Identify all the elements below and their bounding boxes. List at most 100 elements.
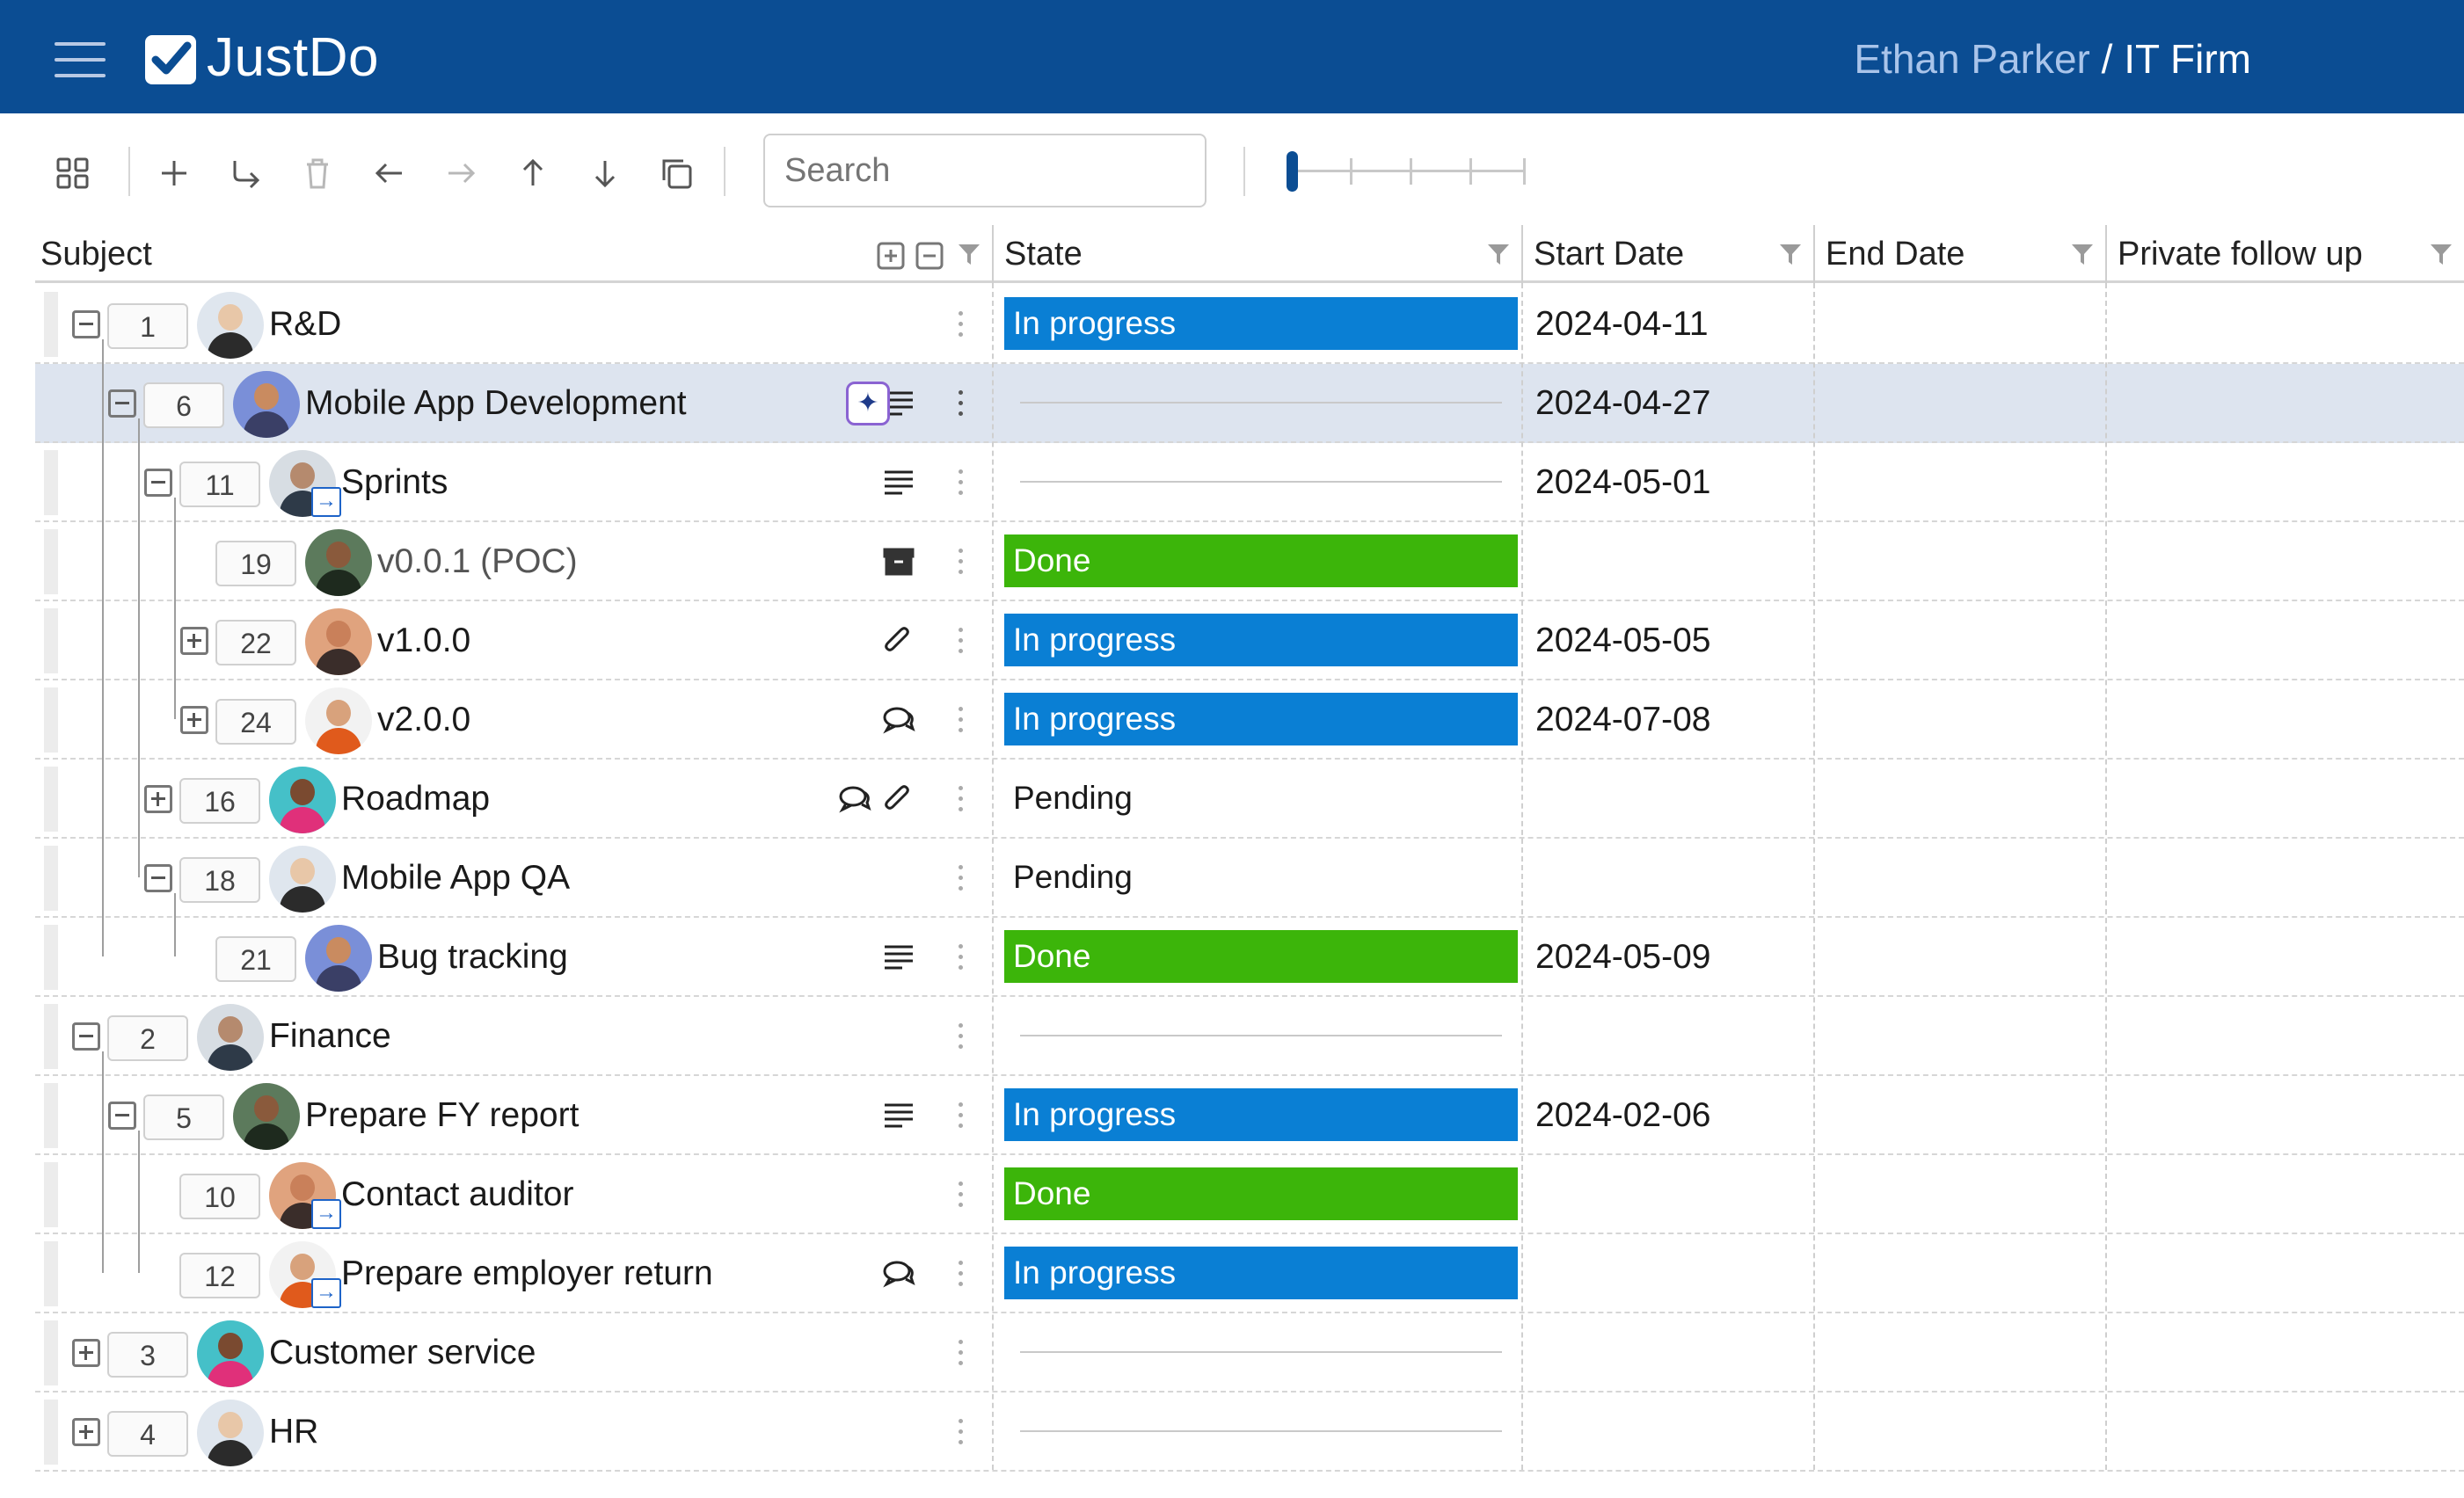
user-org-label[interactable]: Ethan Parker / IT Firm — [1854, 35, 2251, 83]
column-header-end-date[interactable]: End Date — [1820, 225, 1965, 283]
row-drag-handle[interactable] — [44, 1400, 58, 1465]
state-badge[interactable]: In progress — [1004, 1088, 1518, 1141]
state-badge[interactable] — [1004, 1405, 1518, 1458]
state-badge[interactable]: Done — [1004, 1167, 1518, 1220]
state-badge[interactable]: In progress — [1004, 1247, 1518, 1299]
row-menu-icon[interactable] — [959, 1340, 964, 1366]
avatar[interactable] — [305, 687, 372, 754]
filter-icon[interactable] — [1778, 242, 1803, 266]
avatar[interactable] — [233, 1083, 300, 1150]
task-subject[interactable]: Mobile App Development — [305, 364, 687, 443]
avatar[interactable] — [197, 1400, 264, 1466]
collapse-toggle-icon[interactable] — [72, 1022, 100, 1051]
row-menu-icon[interactable] — [959, 311, 964, 338]
task-subject[interactable]: v0.0.1 (POC) — [377, 522, 578, 601]
row-menu-icon[interactable] — [959, 628, 964, 654]
avatar[interactable] — [305, 925, 372, 992]
task-row[interactable]: 19 v0.0.1 (POC) Done — [35, 522, 2464, 601]
column-header-start-date[interactable]: Start Date — [1528, 225, 1684, 283]
chat-icon[interactable] — [881, 1258, 916, 1290]
plus-icon[interactable] — [151, 150, 197, 196]
row-menu-icon[interactable] — [959, 1023, 964, 1050]
paperclip-icon[interactable] — [881, 625, 916, 657]
state-badge[interactable]: Done — [1004, 930, 1518, 983]
expand-toggle-icon[interactable] — [180, 706, 208, 734]
expand-toggle-icon[interactable] — [180, 627, 208, 655]
task-subject[interactable]: Finance — [269, 997, 391, 1076]
state-badge[interactable] — [1004, 1326, 1518, 1378]
row-drag-handle[interactable] — [44, 687, 58, 753]
column-header-state[interactable]: State — [999, 225, 1083, 283]
row-drag-handle[interactable] — [44, 1004, 58, 1069]
task-row[interactable]: 10 → Contact auditor Done — [35, 1155, 2464, 1234]
start-date-cell[interactable]: 2024-07-08 — [1535, 680, 1711, 760]
arrow-left-icon[interactable] — [367, 150, 412, 196]
task-row[interactable]: 11 → Sprints 2024-05-01 — [35, 443, 2464, 522]
task-subject[interactable]: R&D — [269, 285, 341, 364]
column-header-private-follow-up[interactable]: Private follow up — [2112, 225, 2363, 283]
row-drag-handle[interactable] — [44, 925, 58, 990]
row-menu-icon[interactable] — [959, 707, 964, 733]
avatar[interactable] — [233, 371, 300, 438]
grid-icon[interactable] — [51, 150, 97, 196]
task-subject[interactable]: Customer service — [269, 1313, 536, 1393]
ai-sparkle-icon[interactable]: ✦ — [846, 382, 890, 425]
task-subject[interactable]: v2.0.0 — [377, 680, 470, 760]
avatar[interactable] — [197, 1320, 264, 1387]
task-subject[interactable]: Prepare employer return — [341, 1234, 713, 1313]
state-badge[interactable] — [1004, 455, 1518, 508]
task-row[interactable]: 3 Customer service — [35, 1313, 2464, 1393]
expand-toggle-icon[interactable] — [72, 1339, 100, 1367]
task-row[interactable]: 12 → Prepare employer return In progress — [35, 1234, 2464, 1313]
description-icon[interactable] — [881, 942, 916, 973]
row-menu-icon[interactable] — [959, 1102, 964, 1129]
task-row[interactable]: 21 Bug tracking Done 2024-05-09 — [35, 918, 2464, 997]
search-input[interactable] — [763, 134, 1206, 207]
description-icon[interactable] — [881, 1100, 916, 1131]
expand-all-icon[interactable] — [876, 241, 906, 271]
avatar[interactable] — [197, 292, 264, 359]
row-drag-handle[interactable] — [44, 1162, 58, 1227]
task-row[interactable]: 16 Roadmap Pending — [35, 760, 2464, 839]
row-drag-handle[interactable] — [44, 846, 58, 911]
task-subject[interactable]: Roadmap — [341, 760, 490, 839]
collapse-toggle-icon[interactable] — [108, 389, 136, 418]
row-drag-handle[interactable] — [44, 608, 58, 673]
row-drag-handle[interactable] — [44, 450, 58, 515]
state-badge[interactable]: Pending — [1004, 772, 1518, 825]
chat-icon[interactable] — [837, 783, 872, 815]
state-badge[interactable]: Done — [1004, 534, 1518, 587]
row-menu-icon[interactable] — [959, 549, 964, 575]
row-drag-handle[interactable] — [44, 1241, 58, 1306]
row-menu-icon[interactable] — [959, 1182, 964, 1208]
expand-toggle-icon[interactable] — [144, 785, 172, 813]
avatar[interactable] — [305, 529, 372, 596]
state-badge[interactable]: In progress — [1004, 297, 1518, 350]
task-subject[interactable]: v1.0.0 — [377, 601, 470, 680]
start-date-cell[interactable]: 2024-02-06 — [1535, 1076, 1711, 1155]
start-date-cell[interactable]: 2024-05-01 — [1535, 443, 1711, 522]
row-menu-icon[interactable] — [959, 786, 964, 812]
filter-icon[interactable] — [2429, 242, 2453, 266]
arrow-up-icon[interactable] — [510, 150, 556, 196]
task-subject[interactable]: Prepare FY report — [305, 1076, 579, 1155]
row-drag-handle[interactable] — [44, 1320, 58, 1385]
task-row[interactable]: 5 Prepare FY report In progress 2024-02-06 — [35, 1076, 2464, 1155]
row-menu-icon[interactable] — [959, 390, 964, 417]
row-drag-handle[interactable] — [44, 1083, 58, 1148]
task-subject[interactable]: Contact auditor — [341, 1155, 574, 1234]
row-menu-icon[interactable] — [959, 1261, 964, 1287]
zoom-slider-handle[interactable] — [1287, 151, 1298, 192]
row-drag-handle[interactable] — [44, 371, 58, 436]
paperclip-icon[interactable] — [881, 783, 916, 815]
collapse-all-icon[interactable] — [915, 241, 944, 271]
avatar[interactable] — [197, 1004, 264, 1071]
filter-icon[interactable] — [957, 242, 981, 266]
arrow-down-icon[interactable] — [582, 150, 628, 196]
trash-icon[interactable] — [295, 150, 340, 196]
task-row[interactable]: 18 Mobile App QA Pending — [35, 839, 2464, 918]
start-date-cell[interactable]: 2024-05-05 — [1535, 601, 1711, 680]
row-menu-icon[interactable] — [959, 1419, 964, 1445]
arrow-right-icon[interactable] — [438, 150, 484, 196]
row-drag-handle[interactable] — [44, 529, 58, 594]
